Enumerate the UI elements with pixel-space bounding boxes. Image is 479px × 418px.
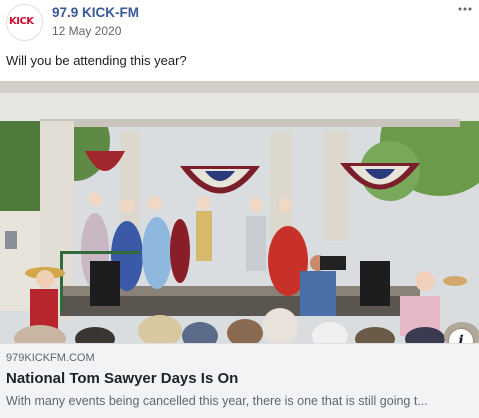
more-horizontal-icon	[458, 7, 472, 11]
link-title[interactable]: National Tom Sawyer Days Is On	[6, 370, 238, 387]
event-photo	[0, 81, 479, 343]
kick-fm-logo: KICK	[9, 16, 34, 27]
post-timestamp[interactable]: 12 May 2020	[52, 24, 121, 38]
link-domain: 979KICKFM.COM	[6, 352, 95, 364]
page-avatar[interactable]: KICK	[6, 4, 43, 41]
link-preview-meta[interactable]: 979KICKFM.COM National Tom Sawyer Days I…	[0, 343, 479, 418]
link-description: With many events being cancelled this ye…	[6, 394, 428, 408]
more-options-button[interactable]	[455, 2, 475, 18]
link-preview-image[interactable]	[0, 81, 479, 343]
post-message: Will you be attending this year?	[6, 53, 187, 68]
page-name-link[interactable]: 97.9 KICK-FM	[52, 5, 139, 20]
post-header: KICK 97.9 KICK-FM 12 May 2020	[0, 0, 479, 44]
